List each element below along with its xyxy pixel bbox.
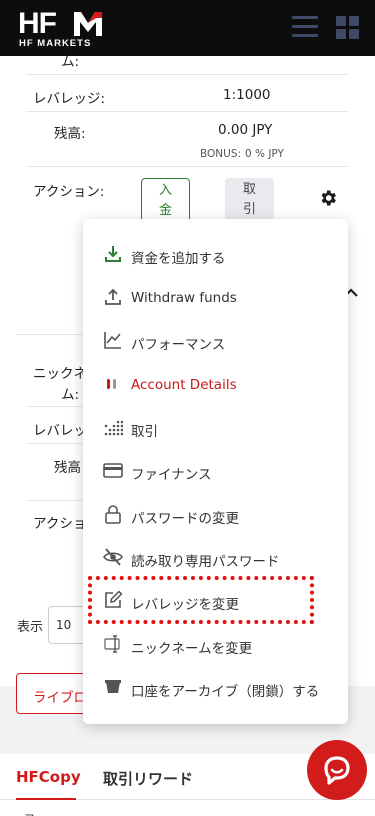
row-divider	[26, 74, 348, 75]
row-divider	[26, 166, 348, 167]
tab-content-text: フ	[24, 810, 35, 816]
row-divider	[26, 443, 86, 444]
action-label: アクション:	[33, 184, 105, 200]
lock-icon	[105, 505, 121, 524]
account-actions-menu: 資金を追加する Withdraw funds パフォーマンス Account D…	[83, 219, 348, 724]
logo-subtext: HF MARKETS	[19, 38, 92, 49]
bonus-value: 0 % JPY	[245, 148, 284, 160]
balance-value: 0.00 JPY	[218, 122, 273, 138]
menu-item-performance[interactable]: パフォーマンス	[83, 319, 348, 362]
chat-bubble-icon	[324, 756, 350, 785]
eye-off-icon	[103, 548, 123, 566]
chart-icon	[104, 332, 121, 349]
rename-icon	[104, 635, 120, 653]
pause-icon	[107, 379, 116, 389]
menu-item-label: パスワードの変更	[131, 511, 239, 527]
menu-item-archive-account[interactable]: 口座をアーカイブ（閉鎖）する	[83, 666, 348, 709]
logo-m-mark	[74, 12, 102, 36]
menu-item-label: Account Details	[131, 377, 237, 393]
library-button-label: ライブロ	[33, 690, 87, 706]
leverage-label: レバレッジ:	[33, 91, 106, 107]
menu-item-change-nickname[interactable]: ニックネームを変更	[83, 623, 348, 666]
menu-item-finance[interactable]: ファイナンス	[83, 449, 348, 492]
credit-card-icon	[103, 463, 123, 478]
nickname-label-2: ニックネ	[33, 366, 87, 382]
nickname-label-tail: ム:	[61, 54, 80, 70]
trade-button-label-2: 引	[242, 202, 256, 217]
row-divider	[26, 406, 86, 407]
deposit-button-label-2: 金	[158, 203, 172, 218]
bonus-label: BONUS:	[200, 148, 242, 160]
hamburger-menu-icon[interactable]	[292, 16, 318, 38]
menu-item-label: 口座をアーカイブ（閉鎖）する	[131, 684, 320, 700]
active-tab-indicator	[16, 798, 76, 800]
highlight-annotation	[88, 576, 314, 624]
balance-label-2: 残高	[54, 460, 81, 476]
row-divider	[26, 500, 86, 501]
download-icon	[105, 246, 121, 262]
leverage-value: 1:1000	[223, 87, 271, 103]
chat-button[interactable]	[307, 740, 367, 800]
nickname-label-2-tail: ム:	[61, 387, 80, 403]
deposit-button[interactable]: 入 金	[141, 178, 190, 224]
menu-item-label: パフォーマンス	[131, 337, 226, 353]
dots-icon	[104, 420, 123, 436]
hfm-logo[interactable]: HF HF MARKETS	[18, 8, 108, 50]
tab-trading-rewards[interactable]: 取引リワード	[103, 768, 193, 789]
menu-item-add-funds[interactable]: 資金を追加する	[83, 233, 348, 276]
section-divider	[16, 334, 86, 335]
top-header: HF HF MARKETS	[0, 0, 375, 56]
balance-label: 残高:	[54, 126, 86, 142]
menu-item-label: 読み取り専用パスワード	[131, 554, 280, 570]
gear-icon[interactable]	[318, 188, 338, 208]
row-divider	[26, 111, 348, 112]
menu-item-trade[interactable]: 取引	[83, 406, 348, 449]
menu-item-label: ニックネームを変更	[131, 641, 253, 657]
deposit-button-label-1: 入	[158, 183, 172, 198]
apps-grid-icon[interactable]	[336, 16, 360, 40]
leverage-label-2: レバレッ	[33, 423, 87, 439]
upload-icon	[105, 288, 121, 305]
page-size-label: 表示	[17, 620, 44, 635]
action-label-2: アクショ	[33, 516, 87, 532]
menu-item-label: 取引	[131, 424, 158, 440]
menu-item-label: ファイナンス	[131, 467, 212, 483]
trade-button[interactable]: 取 引	[225, 178, 274, 224]
menu-item-label: Withdraw funds	[131, 290, 237, 306]
menu-item-withdraw[interactable]: Withdraw funds	[83, 276, 348, 319]
archive-icon	[105, 680, 121, 693]
trade-button-label-1: 取	[242, 182, 256, 197]
menu-item-label: 資金を追加する	[131, 251, 226, 267]
menu-item-account-details[interactable]: Account Details	[83, 363, 348, 406]
menu-item-readonly-password[interactable]: 読み取り専用パスワード	[83, 536, 348, 579]
menu-item-change-password[interactable]: パスワードの変更	[83, 493, 348, 536]
page-size-value: 10	[56, 618, 72, 632]
logo-text: HF	[18, 7, 57, 40]
tab-hfcopy[interactable]: HFCopy	[16, 768, 81, 786]
